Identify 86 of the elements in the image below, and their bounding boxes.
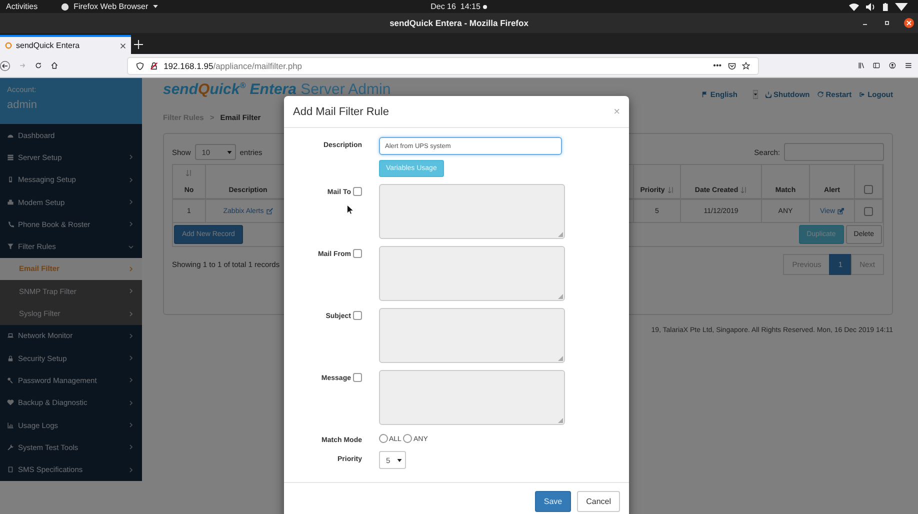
home-icon[interactable] xyxy=(50,60,58,71)
speaker-icon[interactable] xyxy=(866,2,876,10)
caret-icon xyxy=(153,5,158,8)
dialog-button[interactable]: Save xyxy=(534,491,572,512)
chevron-icon xyxy=(128,466,134,473)
key-icon xyxy=(7,376,14,384)
chevron-icon xyxy=(128,154,134,160)
url-text: 192.168.1.95/appliance/mailfilter.php xyxy=(164,60,304,70)
mobile-icon xyxy=(7,176,14,184)
clock[interactable]: Dec 16 14:15 xyxy=(430,2,480,11)
bar-chart-icon xyxy=(7,422,14,428)
resize-grip-icon[interactable] xyxy=(558,356,563,361)
chevron-icon xyxy=(128,377,134,384)
dialog-title: Add Mail Filter Rule xyxy=(293,106,389,118)
chevron-icon xyxy=(128,288,134,294)
window-title: sendQuick Entera - Mozilla Firefox xyxy=(390,18,528,28)
pocket-icon[interactable] xyxy=(728,62,736,70)
caret-icon xyxy=(226,150,232,154)
chevron-icon xyxy=(128,244,134,250)
menu-icon[interactable] xyxy=(905,60,912,71)
field-checkbox[interactable] xyxy=(353,249,362,258)
dialog-button[interactable]: Cancel xyxy=(577,491,620,512)
chevron-icon xyxy=(128,444,134,450)
laptop-icon xyxy=(7,332,14,340)
chevron-icon xyxy=(128,332,134,339)
browser-tab[interactable]: sendQuick Entera xyxy=(0,35,131,54)
notification-dot-icon xyxy=(483,4,488,8)
chevron-icon xyxy=(128,266,134,272)
library-icon[interactable] xyxy=(858,60,864,71)
chevron-icon xyxy=(128,422,134,428)
resize-grip-icon[interactable] xyxy=(558,418,563,423)
logo-text: sendQuick$^{®}$ Entera Server Admin xyxy=(163,80,391,97)
app-menu[interactable]: Firefox Web Browser xyxy=(74,2,148,11)
wifi-icon[interactable] xyxy=(849,2,860,10)
insecure-lock-icon xyxy=(150,62,158,70)
sidebar-icon[interactable] xyxy=(873,60,880,71)
account-name: admin xyxy=(7,99,38,111)
heart-icon xyxy=(7,399,14,406)
sign-out-icon xyxy=(858,91,866,98)
edit-icon xyxy=(266,208,273,214)
chevron-icon xyxy=(128,355,134,362)
refresh-icon xyxy=(816,91,824,98)
row-checkbox[interactable] xyxy=(864,206,873,216)
sort-icon[interactable] xyxy=(668,187,674,193)
printer-icon xyxy=(7,198,14,206)
flag-icon xyxy=(701,91,708,98)
address-bar[interactable]: 192.168.1.95/appliance/mailfilter.php ••• xyxy=(126,56,759,74)
close-icon[interactable] xyxy=(120,42,126,48)
chevron-icon xyxy=(128,199,134,206)
favicon-icon xyxy=(5,42,12,49)
sort-icon[interactable] xyxy=(741,187,748,193)
account-icon[interactable] xyxy=(889,60,896,71)
power-icon xyxy=(764,91,772,98)
resize-grip-icon[interactable] xyxy=(558,232,563,237)
chevron-icon xyxy=(128,310,134,317)
field-checkbox[interactable] xyxy=(353,311,362,320)
field-checkbox[interactable] xyxy=(353,187,362,196)
external-link-icon xyxy=(837,208,844,214)
chevron-icon xyxy=(128,400,134,406)
lock-icon xyxy=(7,354,14,362)
field-checkbox[interactable] xyxy=(353,373,362,382)
star-icon[interactable] xyxy=(742,62,750,70)
column-header[interactable] xyxy=(855,165,883,200)
sort-icon[interactable] xyxy=(186,170,192,176)
close-icon[interactable] xyxy=(904,18,914,28)
search-field[interactable] xyxy=(784,143,884,161)
page-actions-button[interactable]: ••• xyxy=(713,61,722,70)
maximize-icon[interactable] xyxy=(882,18,892,28)
dropdown-icon[interactable] xyxy=(752,90,758,99)
resize-grip-icon[interactable] xyxy=(558,294,563,299)
list-icon xyxy=(7,154,14,161)
shield-icon xyxy=(136,62,144,70)
chevron-icon xyxy=(128,221,134,228)
caret-icon[interactable] xyxy=(895,2,908,10)
mouse-cursor-icon xyxy=(347,205,354,215)
reload-icon[interactable] xyxy=(34,60,42,71)
close-button[interactable]: × xyxy=(614,106,620,118)
filter-icon xyxy=(7,243,14,250)
phone-icon xyxy=(7,220,14,228)
select-all-checkbox[interactable] xyxy=(864,185,873,194)
new-tab-icon[interactable] xyxy=(134,40,143,49)
caret-icon xyxy=(397,458,402,462)
battery-icon[interactable] xyxy=(883,2,888,10)
chevron-icon xyxy=(128,176,134,183)
wrench-icon xyxy=(7,444,14,451)
activities-button[interactable]: Activities xyxy=(6,2,38,11)
